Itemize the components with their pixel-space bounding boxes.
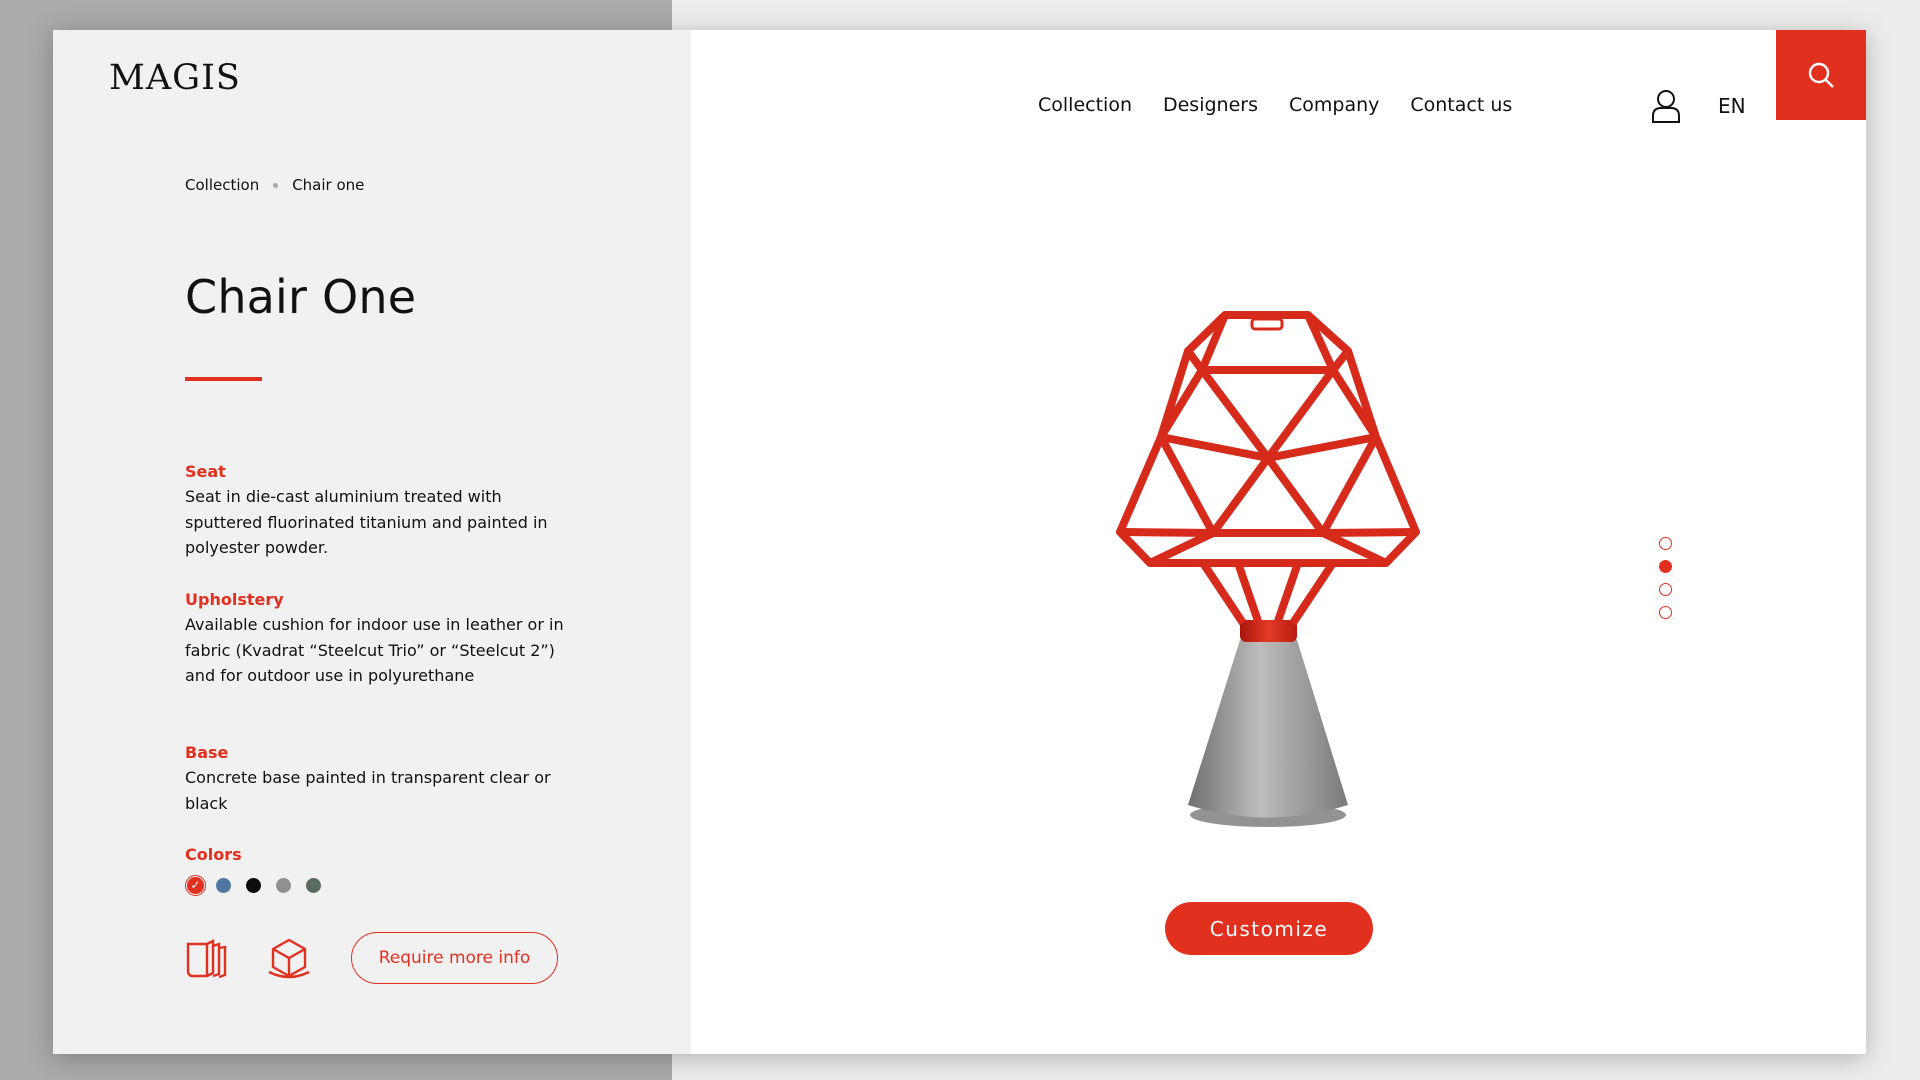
breadcrumb-collection[interactable]: Collection xyxy=(185,176,259,194)
require-more-info-button[interactable]: Require more info xyxy=(351,932,558,984)
gallery-dot[interactable] xyxy=(1659,606,1672,619)
catalog-icon[interactable] xyxy=(185,936,229,980)
nav-company[interactable]: Company xyxy=(1289,94,1379,116)
nav-designers[interactable]: Designers xyxy=(1163,94,1258,116)
language-selector[interactable]: EN xyxy=(1718,94,1746,118)
spec-upholstery-text: Available cushion for indoor use in leat… xyxy=(185,615,564,686)
spec-seat-text: Seat in die-cast aluminium treated with … xyxy=(185,487,548,558)
nav-contact-us[interactable]: Contact us xyxy=(1410,94,1512,116)
color-swatches: ✓ xyxy=(185,875,336,896)
breadcrumb-separator xyxy=(273,182,279,188)
gallery-dot[interactable] xyxy=(1659,583,1672,596)
search-button[interactable] xyxy=(1776,30,1866,120)
spec-upholstery: Upholstery Available cushion for indoor … xyxy=(185,590,575,689)
customize-button[interactable]: Customize xyxy=(1165,902,1373,955)
gallery-dot[interactable] xyxy=(1659,537,1672,550)
gallery-dot[interactable] xyxy=(1659,560,1672,573)
product-title: Chair One xyxy=(185,270,417,324)
spec-seat-label: Seat xyxy=(185,462,226,481)
search-icon xyxy=(1808,62,1834,88)
gallery-pager xyxy=(1659,537,1672,629)
color-swatch[interactable] xyxy=(276,878,291,893)
color-swatch[interactable] xyxy=(246,878,261,893)
checkmark-icon: ✓ xyxy=(187,877,204,894)
color-swatch[interactable] xyxy=(216,878,231,893)
spec-base-label: Base xyxy=(185,743,229,762)
spec-upholstery-label: Upholstery xyxy=(185,590,284,609)
spec-base-text: Concrete base painted in transparent cle… xyxy=(185,768,551,813)
user-icon[interactable] xyxy=(1650,89,1682,124)
breadcrumb: Collection Chair one xyxy=(185,176,364,194)
title-underline xyxy=(185,377,262,381)
spec-base: Base Concrete base painted in transparen… xyxy=(185,743,575,816)
product-info-panel: MAGIS Collection Chair one Chair One Sea… xyxy=(53,30,691,1054)
spec-seat: Seat Seat in die-cast aluminium treated … xyxy=(185,462,575,561)
color-swatch-selected[interactable]: ✓ xyxy=(185,875,206,896)
color-swatch[interactable] xyxy=(306,878,321,893)
colors-label: Colors xyxy=(185,845,242,864)
product-actions: Require more info xyxy=(185,932,558,984)
chair-one-product-image xyxy=(1116,311,1420,827)
magis-logo[interactable]: MAGIS xyxy=(109,58,241,98)
nav-collection[interactable]: Collection xyxy=(1038,94,1132,116)
main-nav: Collection Designers Company Contact us xyxy=(1038,94,1543,116)
page-frame: MAGIS Collection Chair one Chair One Sea… xyxy=(53,30,1866,1054)
breadcrumb-current: Chair one xyxy=(292,176,365,194)
3d-cube-icon[interactable] xyxy=(267,936,311,980)
